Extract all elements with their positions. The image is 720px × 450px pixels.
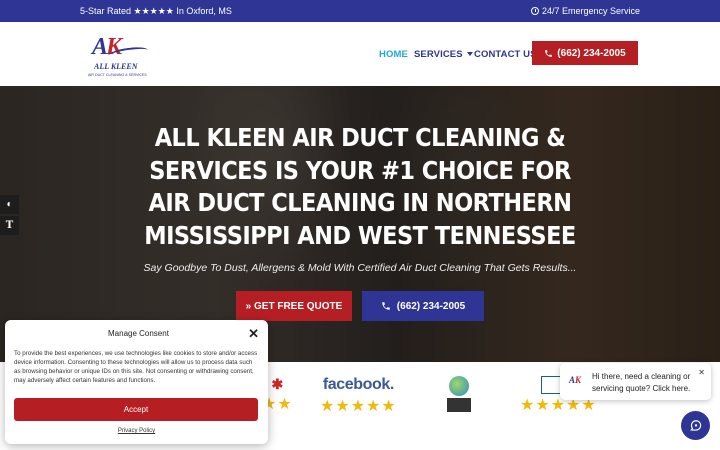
emergency-text: 24/7 Emergency Service xyxy=(541,6,640,16)
star-rating: ★★★★★ xyxy=(320,398,397,415)
logo-name: ALL KLEEN xyxy=(94,62,138,71)
logo-tagline: AIR DUCT CLEANING & SERVICES xyxy=(88,73,147,77)
rating-text: 5-Star Rated ★★★★★ In Oxford, MS xyxy=(80,6,232,16)
site-header: AK ALL KLEEN AIR DUCT CLEANING & SERVICE… xyxy=(0,22,720,86)
hero-headline: ALL KLEEN AIR DUCT CLEANING & SERVICES I… xyxy=(144,123,576,250)
close-icon[interactable]: ✕ xyxy=(248,326,259,342)
contrast-icon: ◐ xyxy=(6,199,13,210)
cookie-consent-dialog: Manage Consent ✕ To provide the best exp… xyxy=(5,320,268,444)
certified-badge-icon xyxy=(447,398,471,412)
hero-phone-label: (662) 234-2005 xyxy=(396,300,466,312)
text-size-toggle[interactable]: T xyxy=(0,216,19,235)
facebook-rating[interactable]: facebook. ★★★★★ xyxy=(320,376,397,416)
globe-icon xyxy=(449,376,469,396)
top-bar: 5-Star Rated ★★★★★ In Oxford, MS 24/7 Em… xyxy=(0,0,720,22)
clock-icon xyxy=(530,7,539,15)
close-icon[interactable]: ✕ xyxy=(698,368,705,377)
nadca-badge[interactable] xyxy=(447,376,471,412)
facebook-logo: facebook. xyxy=(322,376,394,393)
phone-icon xyxy=(545,49,553,57)
nav-services[interactable]: SERVICES xyxy=(414,49,473,60)
header-phone-label: (662) 234-2005 xyxy=(557,47,626,59)
phone-icon xyxy=(382,302,390,310)
cookie-title: Manage Consent xyxy=(108,329,169,338)
hero-subheadline: Say Goodbye To Dust, Allergens & Mold Wi… xyxy=(143,262,577,274)
chat-message: Hi there, need a cleaning or servicing q… xyxy=(592,372,691,393)
text-size-icon: T xyxy=(5,220,14,231)
nav-services-label: SERVICES xyxy=(414,49,463,60)
chat-icon xyxy=(689,419,701,431)
chat-prompt[interactable]: AK Hi there, need a cleaning or servicin… xyxy=(560,363,711,400)
chat-logo: AK xyxy=(569,375,582,385)
emergency-info: 24/7 Emergency Service xyxy=(530,6,640,16)
contrast-toggle[interactable]: ◐ xyxy=(0,195,19,214)
privacy-policy-link[interactable]: Privacy Policy xyxy=(5,428,268,434)
nav-home[interactable]: HOME xyxy=(379,49,408,60)
logo[interactable]: AK ALL KLEEN AIR DUCT CLEANING & SERVICE… xyxy=(88,34,150,78)
cookie-body: To provide the best experiences, we use … xyxy=(14,350,258,384)
accept-button[interactable]: Accept xyxy=(14,398,258,421)
header-phone-button[interactable]: (662) 234-2005 xyxy=(532,41,638,65)
get-free-quote-button[interactable]: » GET FREE QUOTE xyxy=(236,291,352,321)
chat-launcher-button[interactable] xyxy=(681,411,710,440)
yelp-icon: ✱ xyxy=(271,376,284,392)
hero-phone-button[interactable]: (662) 234-2005 xyxy=(362,291,484,321)
caret-down-icon xyxy=(466,52,473,57)
nav-contact[interactable]: CONTACT US xyxy=(474,49,537,60)
